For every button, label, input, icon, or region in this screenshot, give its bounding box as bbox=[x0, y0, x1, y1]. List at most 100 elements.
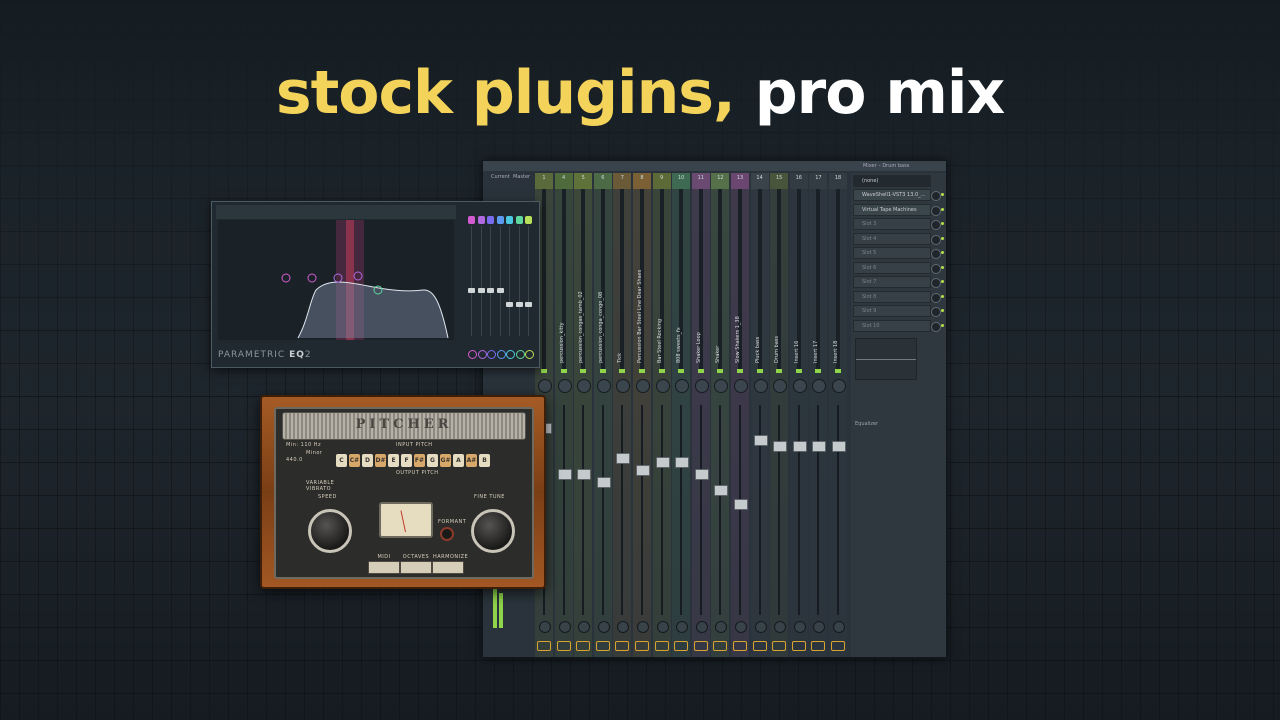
fx-slot-mix-knob[interactable] bbox=[931, 205, 941, 216]
eq-band-slider[interactable] bbox=[487, 216, 494, 346]
track-fader[interactable] bbox=[812, 441, 827, 452]
eq-band-slider[interactable] bbox=[525, 216, 532, 346]
eq-band-knob[interactable] bbox=[506, 350, 515, 359]
eq-band-slider[interactable] bbox=[468, 216, 475, 346]
pitch-key[interactable]: F bbox=[401, 454, 412, 467]
track-route-button[interactable] bbox=[595, 641, 610, 651]
fx-input-select[interactable]: (none) bbox=[853, 175, 931, 187]
pitch-key[interactable]: D# bbox=[375, 454, 386, 467]
track-route-button[interactable] bbox=[556, 641, 571, 651]
fx-slot-mix-knob[interactable] bbox=[931, 249, 941, 259]
mixer-tab[interactable]: Current bbox=[491, 174, 510, 180]
track-fader[interactable] bbox=[832, 441, 846, 452]
track-pan-knob[interactable] bbox=[596, 379, 611, 393]
track-pan-knob[interactable] bbox=[773, 379, 788, 393]
track-fader[interactable] bbox=[675, 457, 690, 468]
fx-slot-led[interactable] bbox=[941, 251, 944, 254]
track-fader[interactable] bbox=[792, 441, 807, 452]
fx-slot-led[interactable] bbox=[941, 222, 944, 225]
track-route-button[interactable] bbox=[615, 641, 630, 651]
mixer-track[interactable]: 14 Pluck bass bbox=[750, 173, 769, 657]
track-send-knob[interactable] bbox=[637, 621, 649, 633]
mixer-track[interactable]: 10 808 sweets_fx bbox=[672, 173, 691, 657]
fx-slot-mix-knob[interactable] bbox=[931, 307, 941, 317]
track-route-button[interactable] bbox=[576, 641, 591, 651]
track-pan-knob[interactable] bbox=[734, 379, 748, 393]
mixer-track[interactable]: 13 Slow Shakers 1_38 bbox=[731, 173, 749, 657]
track-send-knob[interactable] bbox=[793, 621, 806, 633]
track-fader[interactable] bbox=[636, 465, 650, 476]
track-fader[interactable] bbox=[694, 469, 709, 480]
track-fader[interactable] bbox=[753, 435, 768, 446]
mixer-track[interactable]: 5 percussion_congas_tamb_02 bbox=[574, 173, 593, 657]
formant-button[interactable] bbox=[440, 527, 454, 541]
fx-slot-led[interactable] bbox=[941, 265, 944, 269]
pitcher-mode-button[interactable]: OCTAVES bbox=[400, 554, 432, 574]
track-send-knob[interactable] bbox=[695, 621, 708, 633]
track-send-knob[interactable] bbox=[617, 621, 630, 633]
track-fader[interactable] bbox=[773, 441, 788, 452]
track-send-knob[interactable] bbox=[735, 621, 747, 633]
fx-slot-led[interactable] bbox=[941, 193, 944, 196]
fx-slot[interactable]: Slot 6 bbox=[853, 261, 931, 274]
fx-slot-mix-knob[interactable] bbox=[931, 220, 941, 230]
track-route-button[interactable] bbox=[752, 641, 767, 651]
speed-knob[interactable] bbox=[308, 509, 352, 553]
track-pan-knob[interactable] bbox=[538, 379, 552, 393]
track-send-knob[interactable] bbox=[656, 621, 669, 633]
track-fader[interactable] bbox=[734, 499, 748, 510]
track-pan-knob[interactable] bbox=[792, 379, 807, 393]
fx-slot-led[interactable] bbox=[941, 294, 944, 298]
eq-band-slider[interactable] bbox=[506, 216, 513, 346]
track-route-button[interactable] bbox=[635, 641, 649, 651]
track-route-button[interactable] bbox=[674, 641, 689, 651]
fx-slot[interactable]: WaveShell1-VST3 13.0_... bbox=[853, 189, 931, 201]
eq-band-knob[interactable] bbox=[487, 350, 496, 359]
track-send-knob[interactable] bbox=[676, 621, 689, 633]
fx-slot-mix-knob[interactable] bbox=[931, 263, 941, 274]
track-send-knob[interactable] bbox=[754, 621, 767, 633]
pitcher-mode-button[interactable]: MIDI bbox=[368, 554, 400, 574]
mixer-track[interactable]: 9 Bar Steel Rocking bbox=[652, 173, 671, 657]
mixer-track[interactable]: 8 Percussion Bar Steel Line Dear Shaes bbox=[633, 173, 651, 657]
fx-slot[interactable]: Virtual Tape Machines bbox=[853, 203, 931, 216]
track-fader[interactable] bbox=[655, 457, 670, 468]
eq-band-knob[interactable] bbox=[515, 350, 525, 359]
pitch-key[interactable]: E bbox=[388, 454, 399, 467]
eq-band-slider[interactable] bbox=[515, 216, 523, 346]
track-route-button[interactable] bbox=[831, 641, 845, 651]
mixer-track[interactable]: 7 Tick bbox=[613, 173, 632, 657]
track-send-knob[interactable] bbox=[558, 621, 571, 633]
pitch-key[interactable]: G bbox=[427, 454, 438, 467]
fx-slot-mix-knob[interactable] bbox=[931, 292, 941, 303]
track-pan-knob[interactable] bbox=[675, 379, 690, 393]
eq-band-knob[interactable] bbox=[496, 350, 506, 359]
pitch-key[interactable]: F# bbox=[414, 454, 425, 467]
fx-slot[interactable]: Slot 10 bbox=[853, 319, 931, 332]
pitch-key[interactable]: B bbox=[479, 454, 490, 467]
track-fader[interactable] bbox=[714, 485, 729, 496]
pitcher-mode-button[interactable]: HARMONIZE bbox=[432, 554, 468, 574]
track-fader[interactable] bbox=[596, 477, 611, 488]
track-pan-knob[interactable] bbox=[694, 379, 709, 393]
pitch-key[interactable]: D bbox=[362, 454, 373, 467]
fx-slot[interactable]: Slot 7 bbox=[853, 276, 931, 288]
mixer-track[interactable]: 12 Shaker bbox=[711, 173, 730, 657]
fx-slot[interactable]: Slot 9 bbox=[853, 305, 931, 317]
track-route-button[interactable] bbox=[791, 641, 806, 651]
mixer-tab[interactable]: Master bbox=[513, 174, 530, 180]
track-send-knob[interactable] bbox=[813, 621, 826, 633]
mixer-track[interactable]: 16 Insert 16 bbox=[789, 173, 808, 657]
fx-slot-led[interactable] bbox=[941, 207, 944, 211]
mixer-track[interactable]: 18 Insert 18 bbox=[829, 173, 847, 657]
scale-select[interactable]: Minor bbox=[306, 450, 323, 456]
eq-band-slider[interactable] bbox=[496, 216, 504, 346]
fx-slot-led[interactable] bbox=[941, 236, 944, 240]
fx-slot-mix-knob[interactable] bbox=[931, 321, 941, 332]
mixer-track[interactable]: 17 Insert 17 bbox=[809, 173, 828, 657]
track-send-knob[interactable] bbox=[715, 621, 728, 633]
tune-value[interactable]: 440.0 bbox=[286, 457, 303, 463]
eq-band-knob[interactable] bbox=[525, 350, 534, 359]
fine-tune-knob[interactable] bbox=[471, 509, 515, 553]
eq-graph[interactable] bbox=[218, 220, 454, 340]
